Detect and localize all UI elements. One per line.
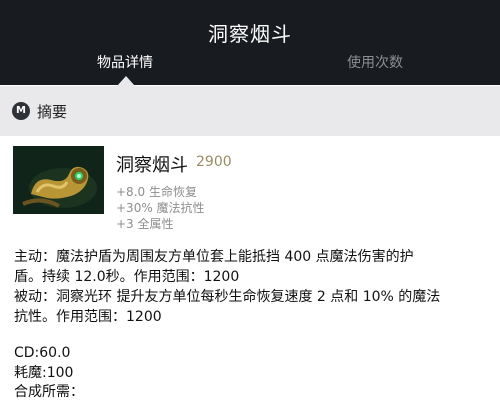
stat-magic-resistance: +30% 魔法抗性	[116, 201, 205, 215]
cooldown-text: CD:60.0	[14, 345, 71, 361]
header-bar: 洞察烟斗 物品详情 使用次数	[0, 0, 500, 86]
summary-section-header: M 摘要	[0, 86, 500, 136]
active-tab-indicator	[117, 76, 135, 86]
item-image	[13, 146, 104, 214]
mana-cost-text: 耗魔:100	[14, 365, 74, 381]
stat-health-regen: +8.0 生命恢复	[116, 185, 197, 199]
m-badge-icon: M	[12, 102, 30, 120]
item-name: 洞察烟斗	[116, 155, 188, 176]
tab-usage-count[interactable]: 使用次数	[320, 52, 430, 76]
item-cost: 2900	[196, 154, 232, 170]
passive-ability-line-2: 抗性。作用范围：1200	[14, 309, 162, 325]
section-label: 摘要	[37, 103, 68, 121]
tab-item-details[interactable]: 物品详情	[70, 52, 180, 76]
insight-pipe-icon	[13, 146, 104, 214]
active-ability-line-1: 主动：魔法护盾为周围友方单位套上能抵挡 400 点魔法伤害的护	[14, 249, 414, 265]
passive-ability-line-1: 被动：洞察光环 提升友方单位每秒生命恢复速度 2 点和 10% 的魔法	[14, 289, 441, 305]
recipe-label: 合成所需：	[14, 384, 84, 400]
active-ability-line-2: 盾。持续 12.0秒。作用范围：1200	[14, 269, 240, 285]
stat-all-attributes: +3 全属性	[116, 217, 174, 231]
page-title: 洞察烟斗	[208, 22, 292, 46]
